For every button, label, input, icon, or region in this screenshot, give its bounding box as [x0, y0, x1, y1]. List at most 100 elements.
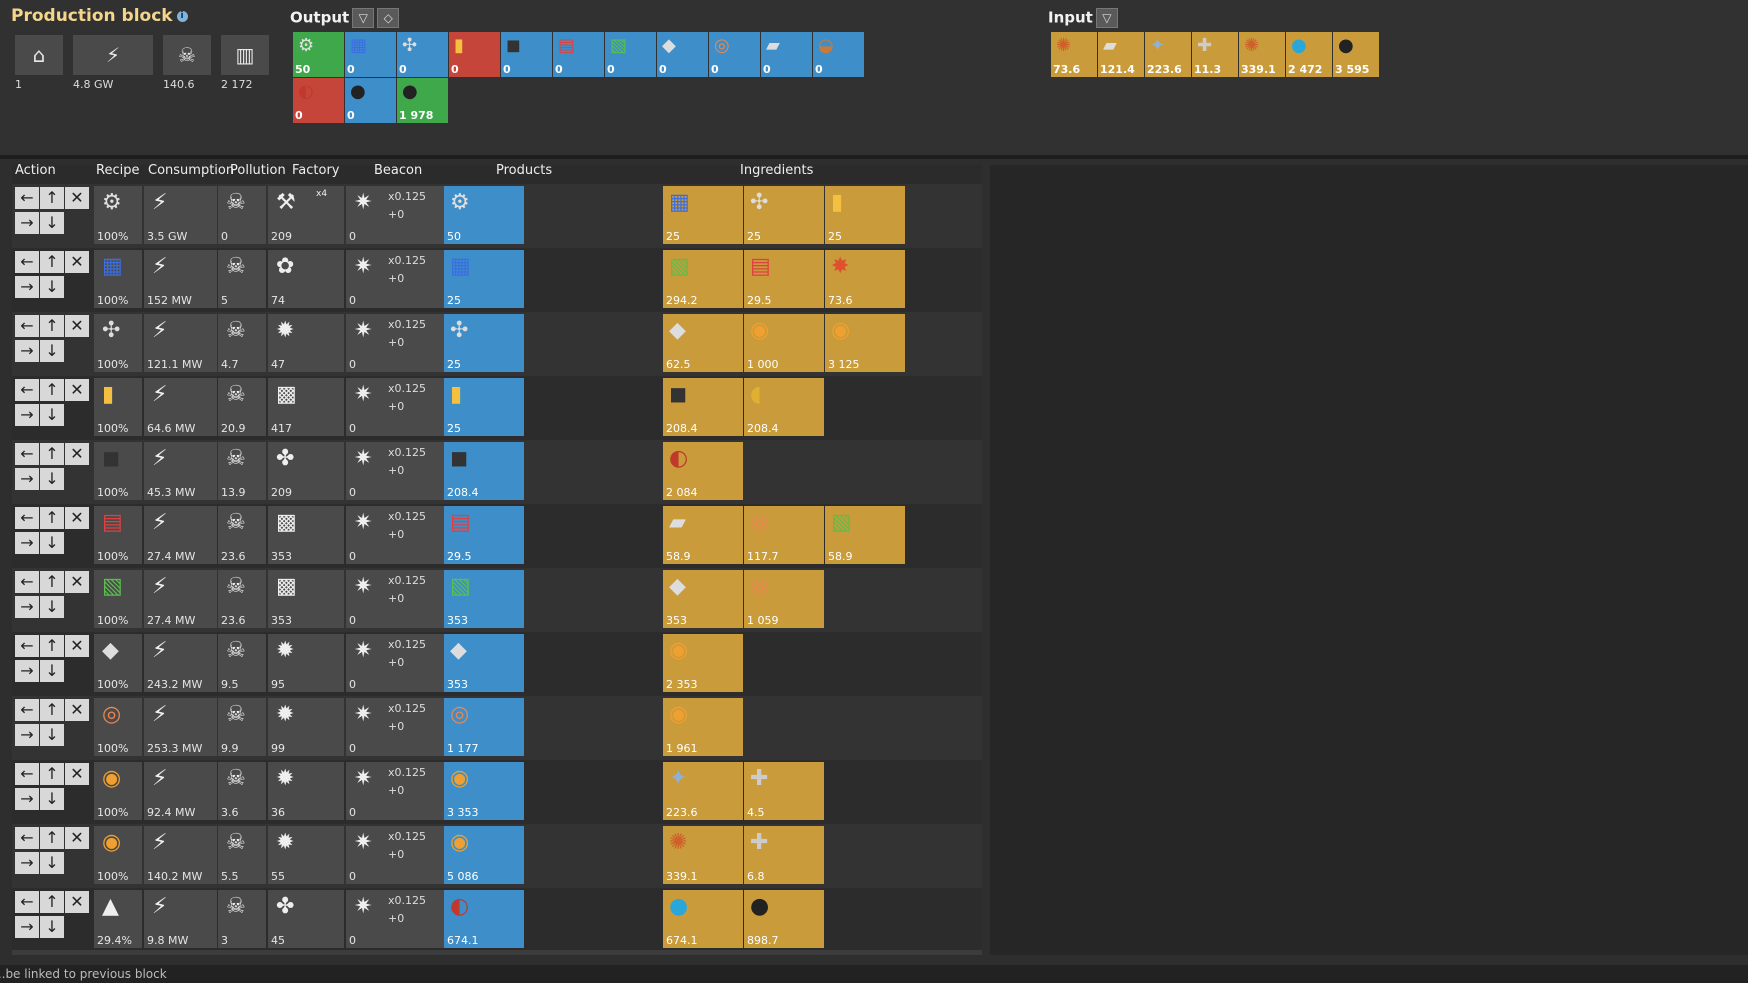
consumption-cell[interactable]: ⚡ 121.1 MW [144, 314, 217, 372]
move-down-button[interactable]: ↓ [40, 276, 64, 298]
factory-icon[interactable]: ▥ [221, 35, 269, 75]
pollution-cell[interactable]: ☠ 9.5 [218, 634, 266, 692]
consumption-cell[interactable]: ⚡ 243.2 MW [144, 634, 217, 692]
ingredient-tile[interactable]: ✦ 223.6 [663, 762, 743, 820]
factory-cell[interactable]: ▩ 417 [268, 378, 344, 436]
product-tile[interactable]: ▮ 25 [444, 378, 524, 436]
move-up-button[interactable]: ↑ [40, 443, 64, 465]
ingredient-tile[interactable]: ✚ 4.5 [744, 762, 824, 820]
delete-button[interactable]: ✕ [65, 763, 89, 785]
move-down-button[interactable]: ↓ [40, 532, 64, 554]
consumption-cell[interactable]: ⚡ 45.3 MW [144, 442, 217, 500]
home-icon[interactable]: ⌂ [15, 35, 63, 75]
move-left-button[interactable]: ← [15, 635, 39, 657]
delete-button[interactable]: ✕ [65, 827, 89, 849]
ingredient-tile[interactable]: ✣ 25 [744, 186, 824, 244]
move-up-button[interactable]: ↑ [40, 507, 64, 529]
move-left-button[interactable]: ← [15, 891, 39, 913]
filter-icon[interactable]: ▽ [352, 8, 375, 28]
recipe-cell[interactable]: ▧ 100% [94, 570, 142, 628]
pollution-cell[interactable]: ☠ 0 [218, 186, 266, 244]
ingredient-tile[interactable]: ● 674.1 [663, 890, 743, 948]
recipe-cell[interactable]: ◆ 100% [94, 634, 142, 692]
product-tile[interactable]: ▦ 25 [444, 250, 524, 308]
factory-cell[interactable]: ✹ 99 [268, 698, 344, 756]
product-tile[interactable]: ✣ 25 [444, 314, 524, 372]
delete-button[interactable]: ✕ [65, 187, 89, 209]
product-tile[interactable]: ◼ 208.4 [444, 442, 524, 500]
product-tile[interactable]: ▧ 353 [444, 570, 524, 628]
beacon-cell[interactable]: ✷ 0 x0.125 +0 [346, 634, 453, 692]
move-right-button[interactable]: → [15, 276, 39, 298]
ingredient-tile[interactable]: ▮ 25 [825, 186, 905, 244]
beacon-cell[interactable]: ✷ 0 x0.125 +0 [346, 186, 453, 244]
move-down-button[interactable]: ↓ [40, 596, 64, 618]
recipe-cell[interactable]: ▦ 100% [94, 250, 142, 308]
output-tile[interactable]: ◎ 0 [709, 32, 760, 77]
consumption-cell[interactable]: ⚡ 3.5 GW [144, 186, 217, 244]
move-down-button[interactable]: ↓ [40, 852, 64, 874]
output-tile[interactable]: ● 1 978 [397, 78, 448, 123]
pollution-cell[interactable]: ☠ 3 [218, 890, 266, 948]
beacon-cell[interactable]: ✷ 0 x0.125 +0 [346, 506, 453, 564]
move-right-button[interactable]: → [15, 852, 39, 874]
factory-cell[interactable]: ✤ 45 [268, 890, 344, 948]
beacon-cell[interactable]: ✷ 0 x0.125 +0 [346, 698, 453, 756]
output-tile[interactable]: ⚙ 50 [293, 32, 344, 77]
input-tile[interactable]: ✺ 339.1 [1239, 32, 1285, 77]
move-down-button[interactable]: ↓ [40, 212, 64, 234]
pollution-cell[interactable]: ☠ 13.9 [218, 442, 266, 500]
factory-cell[interactable]: ✹ 47 [268, 314, 344, 372]
recipe-cell[interactable]: ▤ 100% [94, 506, 142, 564]
ingredient-tile[interactable]: ✸ 73.6 [825, 250, 905, 308]
ingredient-tile[interactable]: ◉ 1 000 [744, 314, 824, 372]
move-left-button[interactable]: ← [15, 571, 39, 593]
horizontal-scrollbar[interactable] [12, 950, 982, 955]
recipe-cell[interactable]: ◼ 100% [94, 442, 142, 500]
ingredient-tile[interactable]: ◎ 1 059 [744, 570, 824, 628]
product-tile[interactable]: ◉ 5 086 [444, 826, 524, 884]
ingredient-tile[interactable]: ▤ 29.5 [744, 250, 824, 308]
move-left-button[interactable]: ← [15, 379, 39, 401]
output-tile[interactable]: ◒ 0 [813, 32, 864, 77]
consumption-cell[interactable]: ⚡ 253.3 MW [144, 698, 217, 756]
delete-button[interactable]: ✕ [65, 315, 89, 337]
pollution-cell[interactable]: ☠ 20.9 [218, 378, 266, 436]
ingredient-tile[interactable]: ▧ 58.9 [825, 506, 905, 564]
move-right-button[interactable]: → [15, 468, 39, 490]
factory-cell[interactable]: ✹ 55 [268, 826, 344, 884]
input-tile[interactable]: ✦ 223.6 [1145, 32, 1191, 77]
factory-cell[interactable]: ✿ 74 [268, 250, 344, 308]
output-tile[interactable]: ▮ 0 [449, 32, 500, 77]
pollution-cell[interactable]: ☠ 4.7 [218, 314, 266, 372]
move-up-button[interactable]: ↑ [40, 891, 64, 913]
consumption-cell[interactable]: ⚡ 9.8 MW [144, 890, 217, 948]
ingredient-tile[interactable]: ◆ 62.5 [663, 314, 743, 372]
move-right-button[interactable]: → [15, 532, 39, 554]
factory-cell[interactable]: ✤ 209 [268, 442, 344, 500]
factory-cell[interactable]: ▩ 353 [268, 570, 344, 628]
move-up-button[interactable]: ↑ [40, 187, 64, 209]
consumption-cell[interactable]: ⚡ 27.4 MW [144, 570, 217, 628]
move-right-button[interactable]: → [15, 212, 39, 234]
factory-cell[interactable]: ▩ 353 [268, 506, 344, 564]
output-tile[interactable]: ▤ 0 [553, 32, 604, 77]
product-tile[interactable]: ◎ 1 177 [444, 698, 524, 756]
move-up-button[interactable]: ↑ [40, 251, 64, 273]
beacon-cell[interactable]: ✷ 0 x0.125 +0 [346, 314, 453, 372]
ingredient-tile[interactable]: ◐ 2 084 [663, 442, 743, 500]
ingredient-tile[interactable]: ✚ 6.8 [744, 826, 824, 884]
recipe-cell[interactable]: ◉ 100% [94, 826, 142, 884]
move-left-button[interactable]: ← [15, 699, 39, 721]
consumption-cell[interactable]: ⚡ 152 MW [144, 250, 217, 308]
ingredient-tile[interactable]: ◼ 208.4 [663, 378, 743, 436]
delete-button[interactable]: ✕ [65, 571, 89, 593]
skull-icon[interactable]: ☠ [163, 35, 211, 75]
move-up-button[interactable]: ↑ [40, 635, 64, 657]
output-tile[interactable]: ▦ 0 [345, 32, 396, 77]
eraser-icon[interactable]: ◇ [377, 8, 400, 28]
move-right-button[interactable]: → [15, 724, 39, 746]
input-tile[interactable]: ● 3 595 [1333, 32, 1379, 77]
move-down-button[interactable]: ↓ [40, 916, 64, 938]
output-tile[interactable]: ◆ 0 [657, 32, 708, 77]
